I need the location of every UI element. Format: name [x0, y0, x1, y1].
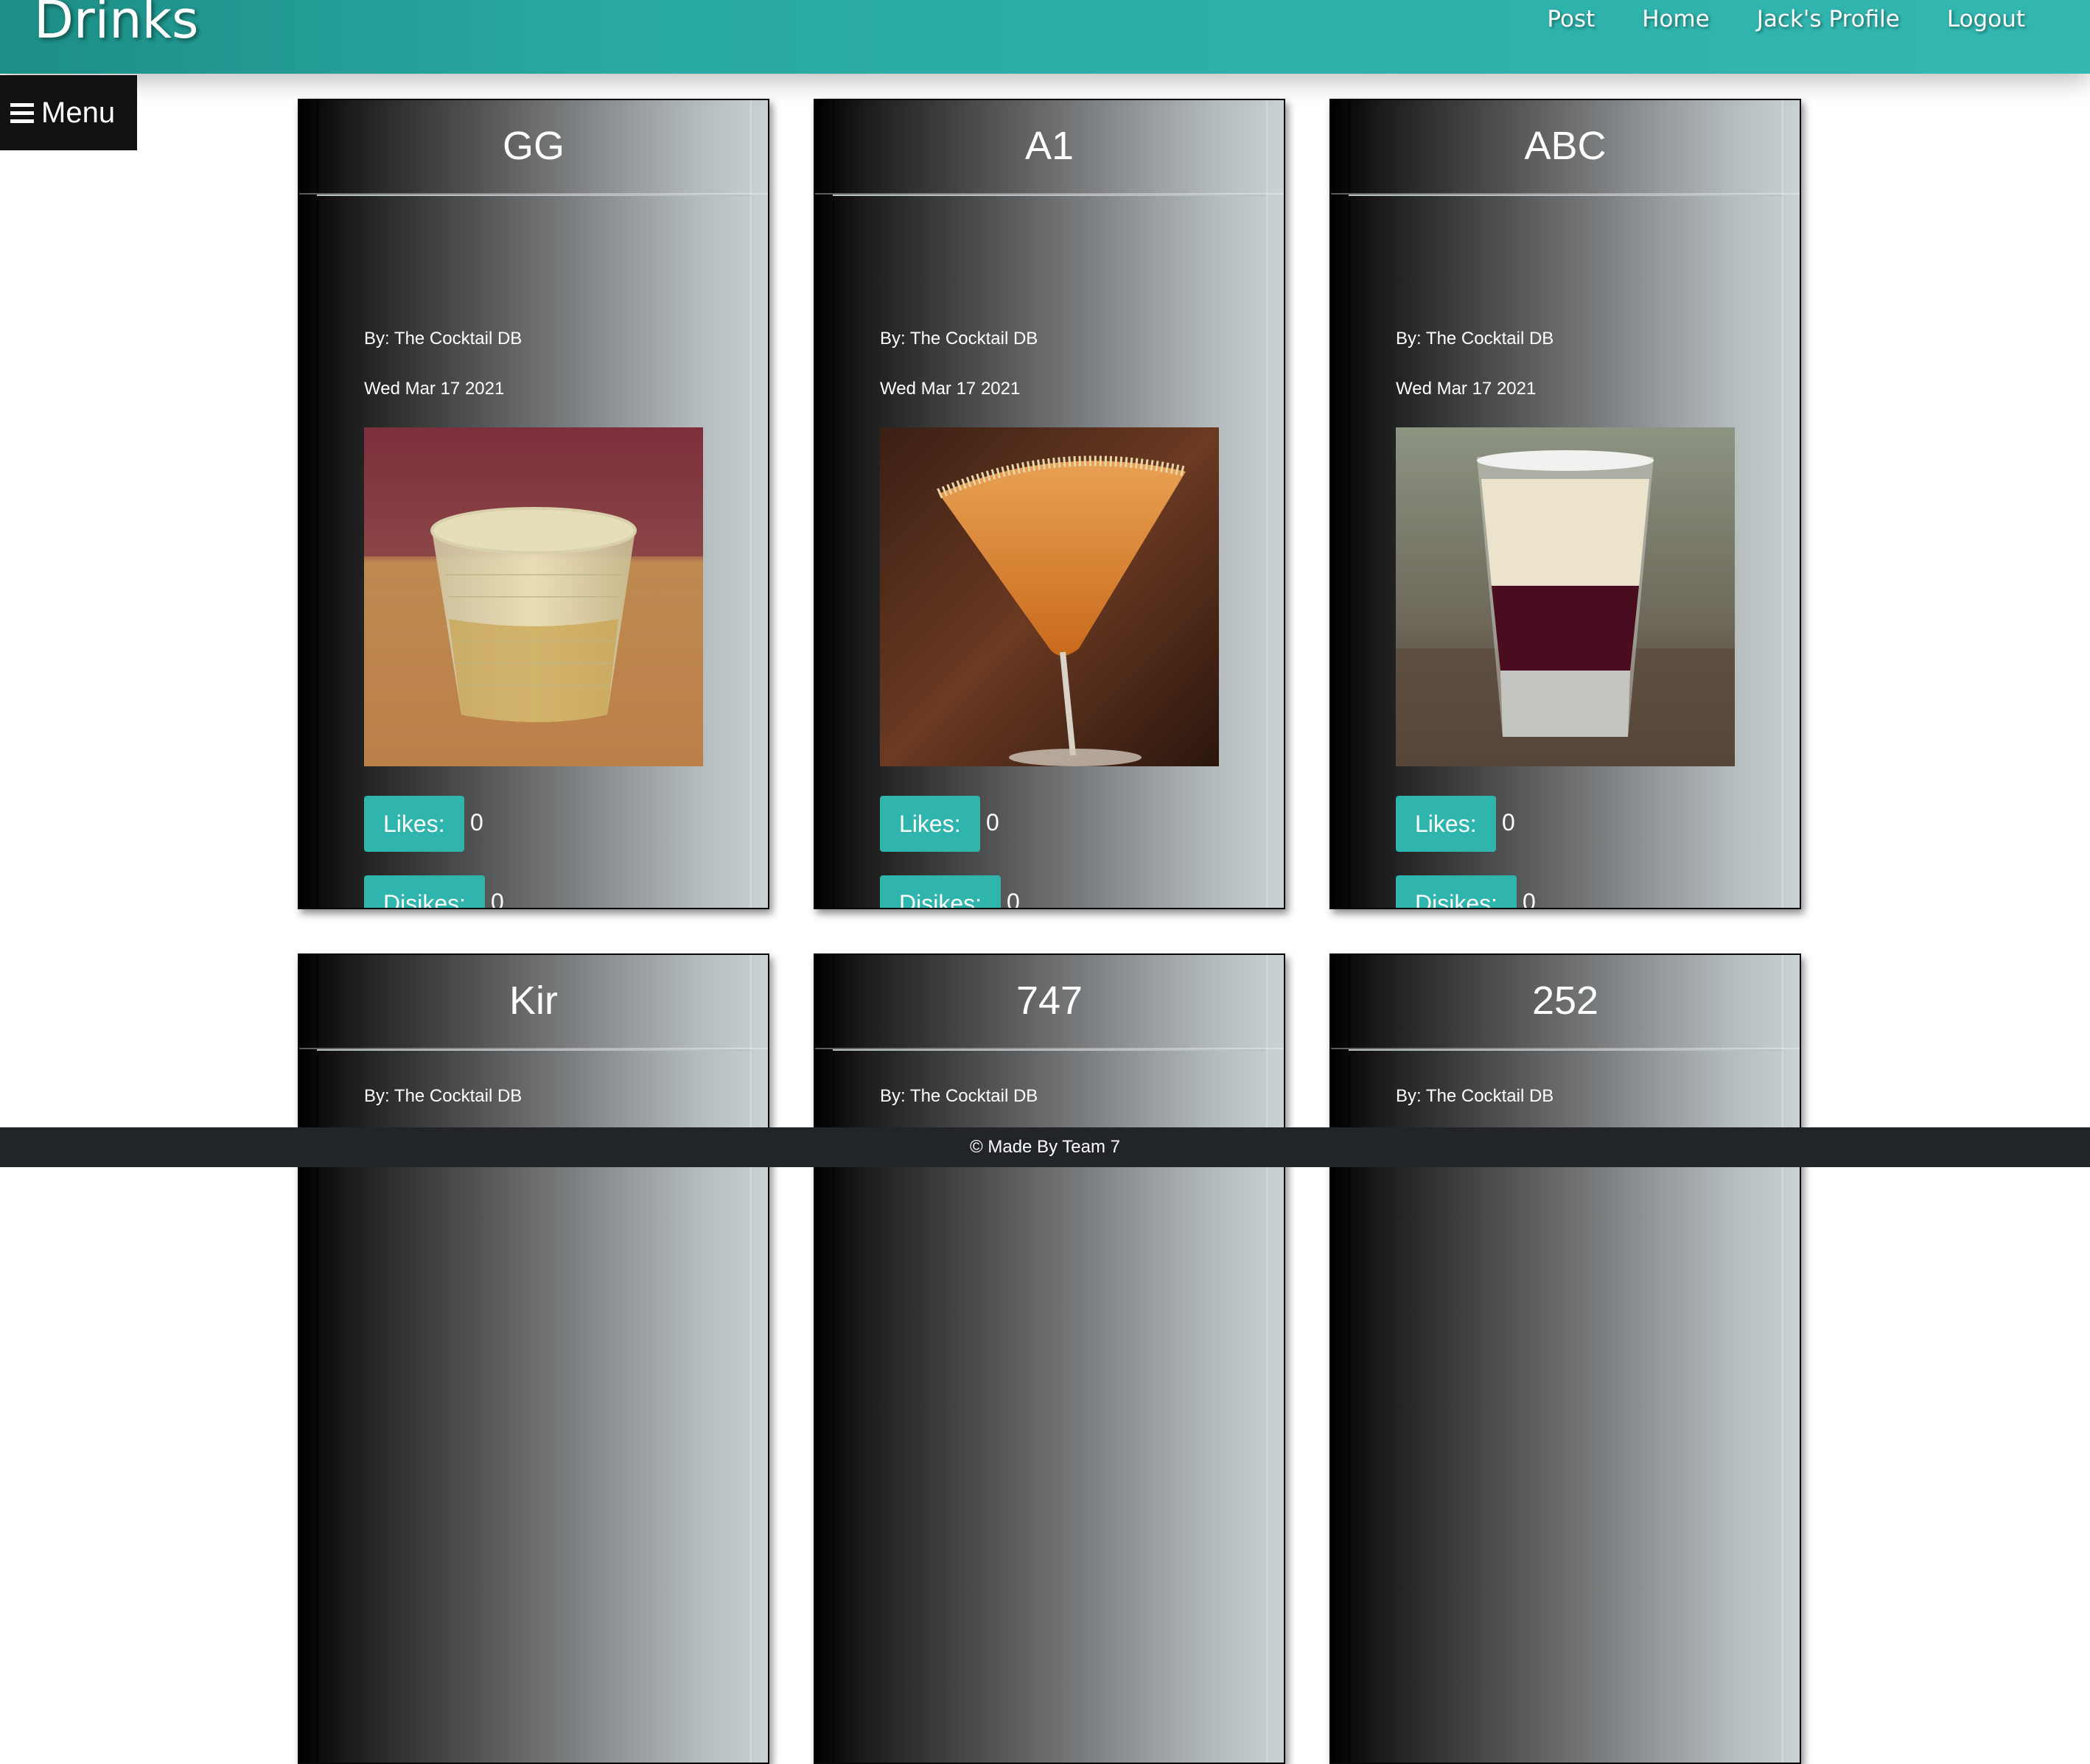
card-author: By: The Cocktail DB — [364, 1086, 522, 1106]
card-divider — [833, 195, 1266, 196]
card-title: GG — [299, 100, 768, 195]
card-author: By: The Cocktail DB — [1396, 329, 1554, 349]
drink-card: GG By: The Cocktail DB Wed Mar 17 2021 L… — [298, 99, 769, 909]
card-author: By: The Cocktail DB — [880, 329, 1038, 349]
top-navbar: Drinks Post Home Jack's Profile Logout — [0, 0, 2090, 74]
hamburger-icon — [10, 102, 34, 123]
menu-label: Menu — [41, 96, 116, 129]
card-author: By: The Cocktail DB — [364, 329, 522, 349]
footer: © Made By Team 7 — [0, 1127, 2090, 1167]
card-divider — [833, 1049, 1266, 1051]
likes-button[interactable]: Likes: — [1396, 796, 1496, 852]
card-edge — [317, 100, 318, 908]
drink-card: 252 By: The Cocktail DB — [1329, 953, 1801, 1764]
likes-button[interactable]: Likes: — [880, 796, 980, 852]
menu-button[interactable]: Menu — [0, 75, 137, 150]
drink-card: ABC By: The Cocktail DB Wed Mar 17 2021 … — [1329, 99, 1801, 909]
drink-card: A1 By: The Cocktail DB Wed Mar 17 2021 L… — [814, 99, 1285, 909]
card-edge — [833, 100, 834, 908]
dislikes-button[interactable]: Disikes: — [1396, 875, 1517, 908]
drink-card: 747 By: The Cocktail DB — [814, 953, 1285, 1764]
likes-count: 0 — [470, 809, 483, 836]
card-edge — [317, 955, 318, 1763]
nav-post-link[interactable]: Post — [1547, 6, 1595, 32]
card-edge — [833, 955, 834, 1763]
likes-count: 0 — [986, 809, 999, 836]
card-rail — [1266, 955, 1268, 1763]
card-edge — [1349, 955, 1350, 1763]
card-divider — [317, 195, 750, 196]
card-rail — [750, 955, 752, 1763]
card-title: 747 — [815, 955, 1284, 1049]
dislikes-button[interactable]: Disikes: — [880, 875, 1002, 908]
nav-links: Post Home Jack's Profile Logout — [1547, 6, 2025, 32]
card-divider — [1349, 195, 1782, 196]
card-rail — [1266, 100, 1268, 908]
card-author: By: The Cocktail DB — [880, 1086, 1038, 1106]
card-rail — [1782, 955, 1783, 1763]
card-rail — [750, 100, 752, 908]
card-title: 252 — [1331, 955, 1800, 1049]
dislikes-count: 0 — [1007, 889, 1020, 909]
card-title: A1 — [815, 100, 1284, 195]
likes-button[interactable]: Likes: — [364, 796, 464, 852]
drink-image — [1396, 427, 1735, 766]
card-title: Kir — [299, 955, 768, 1049]
card-date: Wed Mar 17 2021 — [880, 379, 1021, 399]
card-divider — [317, 1049, 750, 1051]
brand-title[interactable]: Drinks — [34, 0, 199, 50]
card-date: Wed Mar 17 2021 — [364, 379, 505, 399]
card-divider — [1349, 1049, 1782, 1051]
card-date: Wed Mar 17 2021 — [1396, 379, 1537, 399]
card-rail — [1782, 100, 1783, 908]
card-edge — [1349, 100, 1350, 908]
drink-image — [880, 427, 1219, 766]
drink-image — [364, 427, 703, 766]
card-author: By: The Cocktail DB — [1396, 1086, 1554, 1106]
dislikes-button[interactable]: Disikes: — [364, 875, 486, 908]
nav-profile-link[interactable]: Jack's Profile — [1757, 6, 1900, 32]
likes-count: 0 — [1502, 809, 1515, 836]
nav-home-link[interactable]: Home — [1642, 6, 1710, 32]
card-title: ABC — [1331, 100, 1800, 195]
nav-logout-link[interactable]: Logout — [1947, 6, 2025, 32]
dislikes-count: 0 — [491, 889, 504, 909]
drink-card: Kir By: The Cocktail DB — [298, 953, 769, 1764]
dislikes-count: 0 — [1523, 889, 1536, 909]
